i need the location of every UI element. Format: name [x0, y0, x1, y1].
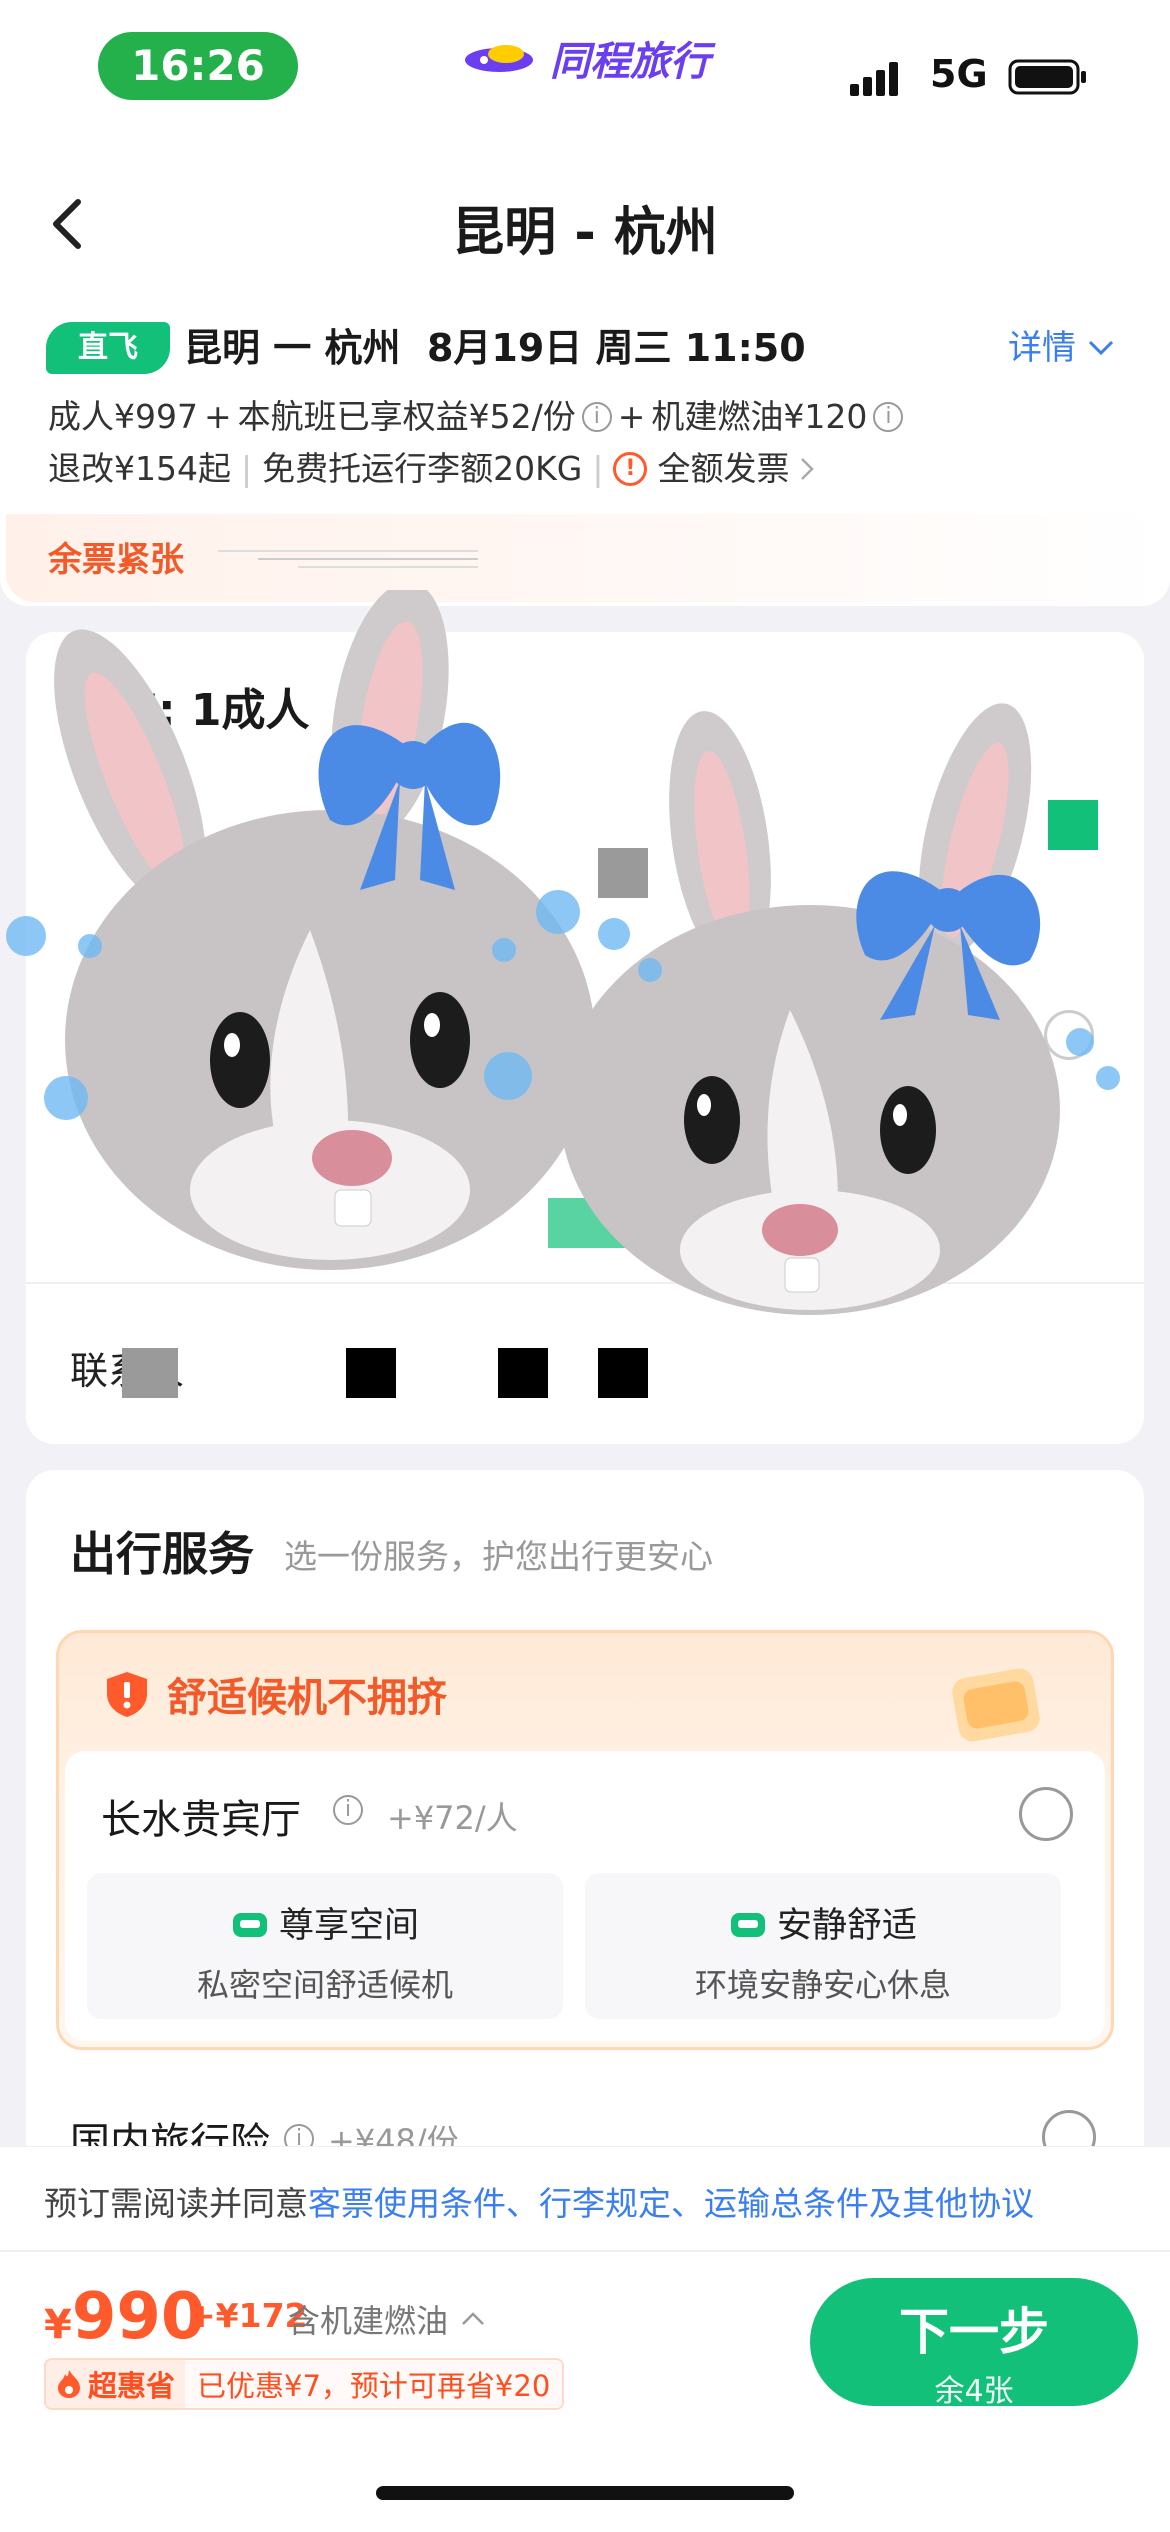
radio-unselected[interactable]: [1044, 1010, 1094, 1060]
shield-icon: [107, 1672, 147, 1717]
total-price: ¥ 990: [44, 2280, 205, 2354]
detail-label: 详情: [1008, 328, 1076, 368]
battery-icon: [1008, 59, 1086, 95]
redaction-block: [122, 1348, 178, 1398]
lounge-price: +¥72/人: [387, 1799, 518, 1837]
page-title: 昆明 - 杭州: [452, 203, 718, 263]
remaining-tickets: 余4张: [934, 2374, 1014, 2409]
divider: [26, 1282, 1144, 1284]
home-indicator[interactable]: [376, 2486, 794, 2500]
passenger-card: 已选: 1成人 联系人: [26, 632, 1144, 1444]
nav-bar: 昆明 - 杭州: [0, 140, 1170, 300]
selected-passengers: 已选: 1成人: [70, 685, 310, 736]
chevron-down-icon: [1088, 340, 1114, 356]
next-step-button[interactable]: 下一步 余4张: [810, 2278, 1138, 2409]
adult-price: 成人¥997: [48, 397, 198, 436]
info-icon[interactable]: i: [333, 1795, 363, 1825]
brand: 同程旅行: [462, 28, 710, 88]
speed-lines-icon: [218, 550, 478, 568]
sofa-icon: [232, 1912, 267, 1937]
tax-note: 含机建燃油: [288, 2302, 449, 2340]
detail-link[interactable]: 详情: [1008, 322, 1116, 374]
comfort-header: 舒适候机不拥挤: [105, 1665, 447, 1723]
redaction-block: [498, 1348, 548, 1398]
next-label: 下一步: [899, 2303, 1049, 2361]
currency-symbol: ¥: [44, 2302, 72, 2348]
redaction-block: [598, 848, 648, 898]
flight-route: 昆明 一 杭州 8月19日 周三 11:50: [184, 322, 806, 374]
agreement-prefix: 预订需阅读并同意: [44, 2184, 308, 2223]
benefit-price: 本航班已享权益¥52/份: [237, 397, 576, 436]
savings-badge-label: 超惠省: [88, 2369, 176, 2403]
network-type: 5G: [930, 52, 988, 96]
services-card: 出行服务 选一份服务，护您出行更安心 舒适候机不拥挤 长水贵宾厅 i +¥72/…: [26, 1470, 1144, 2170]
ticket-alert: 余票紧张: [6, 514, 1166, 602]
redaction-block: [346, 1348, 396, 1398]
signal-icon: [850, 62, 898, 96]
feature-card: 尊享空间 私密空间舒适候机: [87, 1873, 563, 2019]
price-breakdown: 成人¥997 + 本航班已享权益¥52/份 i + 机建燃油¥120 i: [48, 392, 904, 442]
agreement-links[interactable]: 客票使用条件、行李规定、运输总条件及其他协议: [308, 2184, 1034, 2223]
status-bar: 16:26 同程旅行 5G: [0, 0, 1170, 140]
coupon-icon: [952, 1668, 1040, 1742]
tax-price: 机建燃油¥120: [651, 397, 868, 436]
refund-rule: 退改¥154起: [48, 449, 231, 488]
route-text: 昆明 一 杭州: [184, 326, 401, 370]
checkbox-selected[interactable]: [1048, 800, 1098, 850]
info-icon[interactable]: i: [873, 402, 904, 432]
direct-flight-tag: 直飞: [46, 322, 170, 374]
agreement-text: 预订需阅读并同意客票使用条件、行李规定、运输总条件及其他协议: [44, 2177, 1034, 2225]
comfort-title: 舒适候机不拥挤: [167, 1675, 447, 1721]
flame-icon: [58, 2370, 80, 2398]
alert-text: 余票紧张: [48, 540, 184, 580]
invoice-label: 全额发票: [657, 449, 790, 488]
feature-desc: 环境安静安心休息: [694, 1966, 951, 2004]
feature-title: 尊享空间: [278, 1906, 419, 1946]
brand-name: 同程旅行: [550, 39, 710, 85]
brand-logo-icon: [465, 45, 533, 72]
status-time: 16:26: [98, 32, 298, 100]
savings-banner: 超惠省 已优惠¥7，预计可再省¥20: [44, 2358, 565, 2410]
lounge-option[interactable]: 长水贵宾厅 i +¥72/人 尊享空间 私密空间舒适候机 安静舒适 环境安静安心…: [65, 1751, 1105, 2041]
comfort-section: 舒适候机不拥挤 长水贵宾厅 i +¥72/人 尊享空间 私密空间舒适候机 安静舒…: [56, 1630, 1114, 2050]
redaction-block: [598, 1348, 648, 1398]
sofa-icon: [730, 1912, 765, 1937]
agreement-bar: 预订需阅读并同意客票使用条件、行李规定、运输总条件及其他协议: [0, 2146, 1170, 2252]
savings-badge: 超惠省: [46, 2360, 186, 2408]
chevron-right-icon: [801, 458, 815, 480]
info-icon[interactable]: i: [581, 402, 612, 432]
feature-title: 安静舒适: [776, 1906, 917, 1946]
services-title: 出行服务: [70, 1527, 254, 1581]
alert-icon: !: [613, 452, 648, 486]
price-detail-toggle[interactable]: 含机建燃油: [288, 2296, 486, 2342]
lounge-name: 长水贵宾厅: [101, 1797, 301, 1843]
ticket-rules[interactable]: 退改¥154起 | 免费托运行李额20KG | ! 全额发票: [48, 444, 815, 494]
passenger-chip[interactable]: [548, 1198, 648, 1248]
savings-text: 已优惠¥7，预计可再省¥20: [185, 2360, 563, 2408]
baggage-rule: 免费托运行李额20KG: [262, 449, 583, 488]
chevron-up-icon: [462, 2312, 484, 2325]
lounge-radio[interactable]: [1019, 1787, 1073, 1841]
flight-card: 直飞 昆明 一 杭州 8月19日 周三 11:50 详情 成人¥997 + 本航…: [0, 300, 1170, 606]
services-subtitle: 选一份服务，护您出行更安心: [284, 1537, 713, 1576]
flight-date: 8月19日 周三 11:50: [426, 326, 806, 370]
feature-desc: 私密空间舒适候机: [196, 1966, 453, 2004]
feature-card: 安静舒适 环境安静安心休息: [585, 1873, 1061, 2019]
total-amount: 990: [71, 2280, 206, 2354]
